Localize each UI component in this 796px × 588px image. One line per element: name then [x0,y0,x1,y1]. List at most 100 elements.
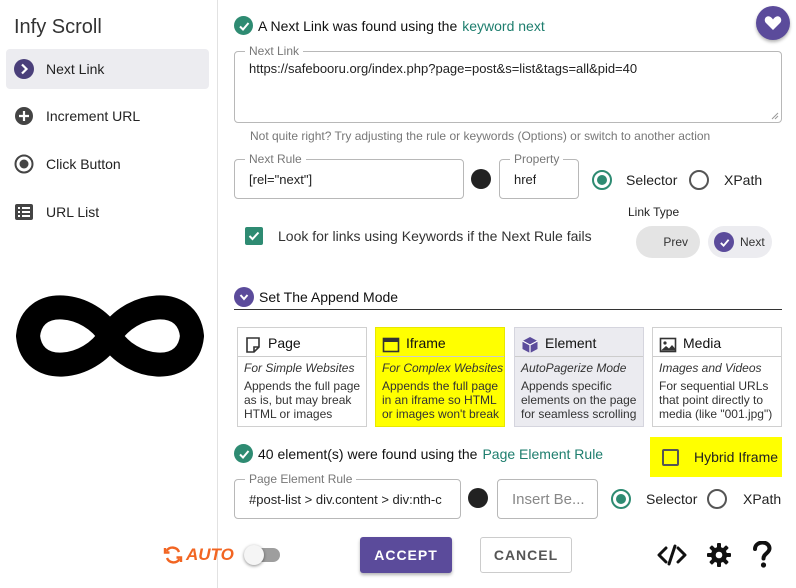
sidebar-item-increment-url[interactable]: Increment URL [6,96,209,136]
xpath-radio[interactable] [689,170,709,190]
append-card-element[interactable]: Element AutoPagerize Mode Appends specif… [514,327,644,427]
check-circle-icon [234,444,253,463]
append-card-title: Page [268,335,301,351]
append-mode-heading: Set The Append Mode [234,287,398,307]
selector-radio-label: Selector [626,172,678,188]
append-card-subtitle: For Complex Websites [382,361,504,375]
property-label: Property [510,152,564,166]
next-rule-value: [rel="next"] [249,172,313,187]
append-card-description: For sequential URLs that point directly … [659,379,773,421]
keyword-next-link[interactable]: keyword next [462,18,544,34]
next-link-found-heading: A Next Link was found using the keyword … [234,16,545,35]
checkmark-icon [248,231,260,241]
heart-button[interactable] [756,6,790,40]
next-link-field[interactable]: Next Link https://safebooru.org/index.ph… [234,44,782,123]
hybrid-iframe-label: Hybrid Iframe [694,449,779,465]
hybrid-iframe-option[interactable]: Hybrid Iframe [650,437,782,477]
element-selector-radio[interactable] [611,489,631,509]
resize-handle-icon[interactable] [771,112,779,120]
append-card-subtitle: AutoPagerize Mode [521,361,627,375]
auto-toggle-group[interactable]: AUTO [163,545,234,565]
list-icon [14,202,34,222]
prev-chip-label: Prev [663,235,688,249]
page-element-status-indicator [468,488,488,508]
prev-chip[interactable]: Prev [636,226,700,258]
help-icon[interactable] [752,540,772,569]
iframe-icon [382,337,400,353]
append-card-subtitle: Images and Videos [659,361,762,375]
next-link-value: https://safebooru.org/index.php?page=pos… [249,61,638,76]
link-type-label: Link Type [628,205,680,219]
page-element-found-text: 40 element(s) were found using the [258,445,478,462]
keywords-checkbox-label: Look for links using Keywords if the Nex… [278,228,592,244]
check-circle-icon [714,232,734,252]
sidebar-item-label: Next Link [46,61,105,77]
app-title: Infy Scroll [14,16,102,38]
next-link-field-label: Next Link [245,44,304,58]
sidebar: Infy Scroll Next Link Increment URL Clic… [0,0,218,588]
append-card-title: Media [683,335,722,351]
sidebar-item-label: Click Button [46,156,121,172]
sidebar-item-label: Increment URL [46,108,141,124]
element-xpath-radio[interactable] [707,489,727,509]
chevron-right-circle-icon [14,59,34,79]
selector-radio[interactable] [592,170,612,190]
append-card-title: Element [545,335,597,351]
append-card-description: Appends the full page in an iframe so HT… [382,379,500,421]
element-selector-radio-label: Selector [646,491,698,507]
chevron-down-circle-icon [234,287,254,307]
cube-icon [522,337,538,353]
auto-label: AUTO [186,545,234,564]
next-chip-label: Next [740,235,765,249]
append-card-description: Appends the full page as is, but may bre… [244,379,361,421]
sidebar-item-url-list[interactable]: URL List [6,192,209,232]
next-rule-label: Next Rule [245,152,306,166]
radio-target-icon [14,154,34,174]
page-element-found-heading: 40 element(s) were found using the Page … [234,444,603,463]
append-card-iframe[interactable]: Iframe For Complex Websites Appends the … [375,327,505,427]
plus-circle-icon [14,106,34,126]
property-field[interactable]: Property href [499,152,579,199]
insert-before-field[interactable]: Insert Be... [497,479,598,519]
image-icon [659,337,677,353]
append-card-title: Iframe [406,335,446,351]
append-mode-divider [234,309,782,310]
sync-icon [163,546,183,564]
accept-button[interactable]: ACCEPT [360,537,452,573]
card-divider [376,356,504,357]
infinity-logo [14,288,206,384]
cancel-button[interactable]: CANCEL [480,537,572,573]
check-circle-icon [234,16,253,35]
xpath-radio-label: XPath [724,172,763,188]
element-xpath-radio-label: XPath [743,491,782,507]
card-divider [653,356,781,357]
next-rule-status-indicator [471,169,491,189]
card-divider [515,356,643,357]
next-rule-field[interactable]: Next Rule [rel="next"] [234,152,464,199]
keywords-checkbox[interactable] [245,227,263,245]
page-icon [246,337,260,353]
next-link-found-text: A Next Link was found using the [258,17,458,34]
hybrid-iframe-checkbox[interactable] [662,448,679,466]
auto-switch-thumb[interactable] [244,545,264,565]
next-chip[interactable]: Next [708,226,772,258]
append-card-media[interactable]: Media Images and Videos For sequential U… [652,327,782,427]
page-element-rule-value: #post-list > div.content > div:nth-c [249,492,442,507]
page-element-rule-link[interactable]: Page Element Rule [482,446,603,462]
property-value: href [514,172,537,187]
sidebar-item-click-button[interactable]: Click Button [6,144,209,184]
page-element-rule-label: Page Element Rule [245,472,357,486]
append-card-page[interactable]: Page For Simple Websites Appends the ful… [237,327,367,427]
heart-icon [764,16,782,30]
sidebar-item-next-link[interactable]: Next Link [6,49,209,89]
card-divider [238,356,366,357]
sidebar-item-label: URL List [46,204,100,220]
append-mode-title: Set The Append Mode [259,289,399,305]
append-card-subtitle: For Simple Websites [244,361,355,375]
insert-before-placeholder: Insert Be... [512,491,585,508]
page-element-rule-field[interactable]: Page Element Rule #post-list > div.conte… [234,472,461,519]
append-card-description: Appends specific elements on the page fo… [521,379,637,421]
code-icon[interactable] [657,543,687,567]
gear-icon[interactable] [706,542,732,568]
next-link-hint: Not quite right? Try adjusting the rule … [250,129,711,143]
